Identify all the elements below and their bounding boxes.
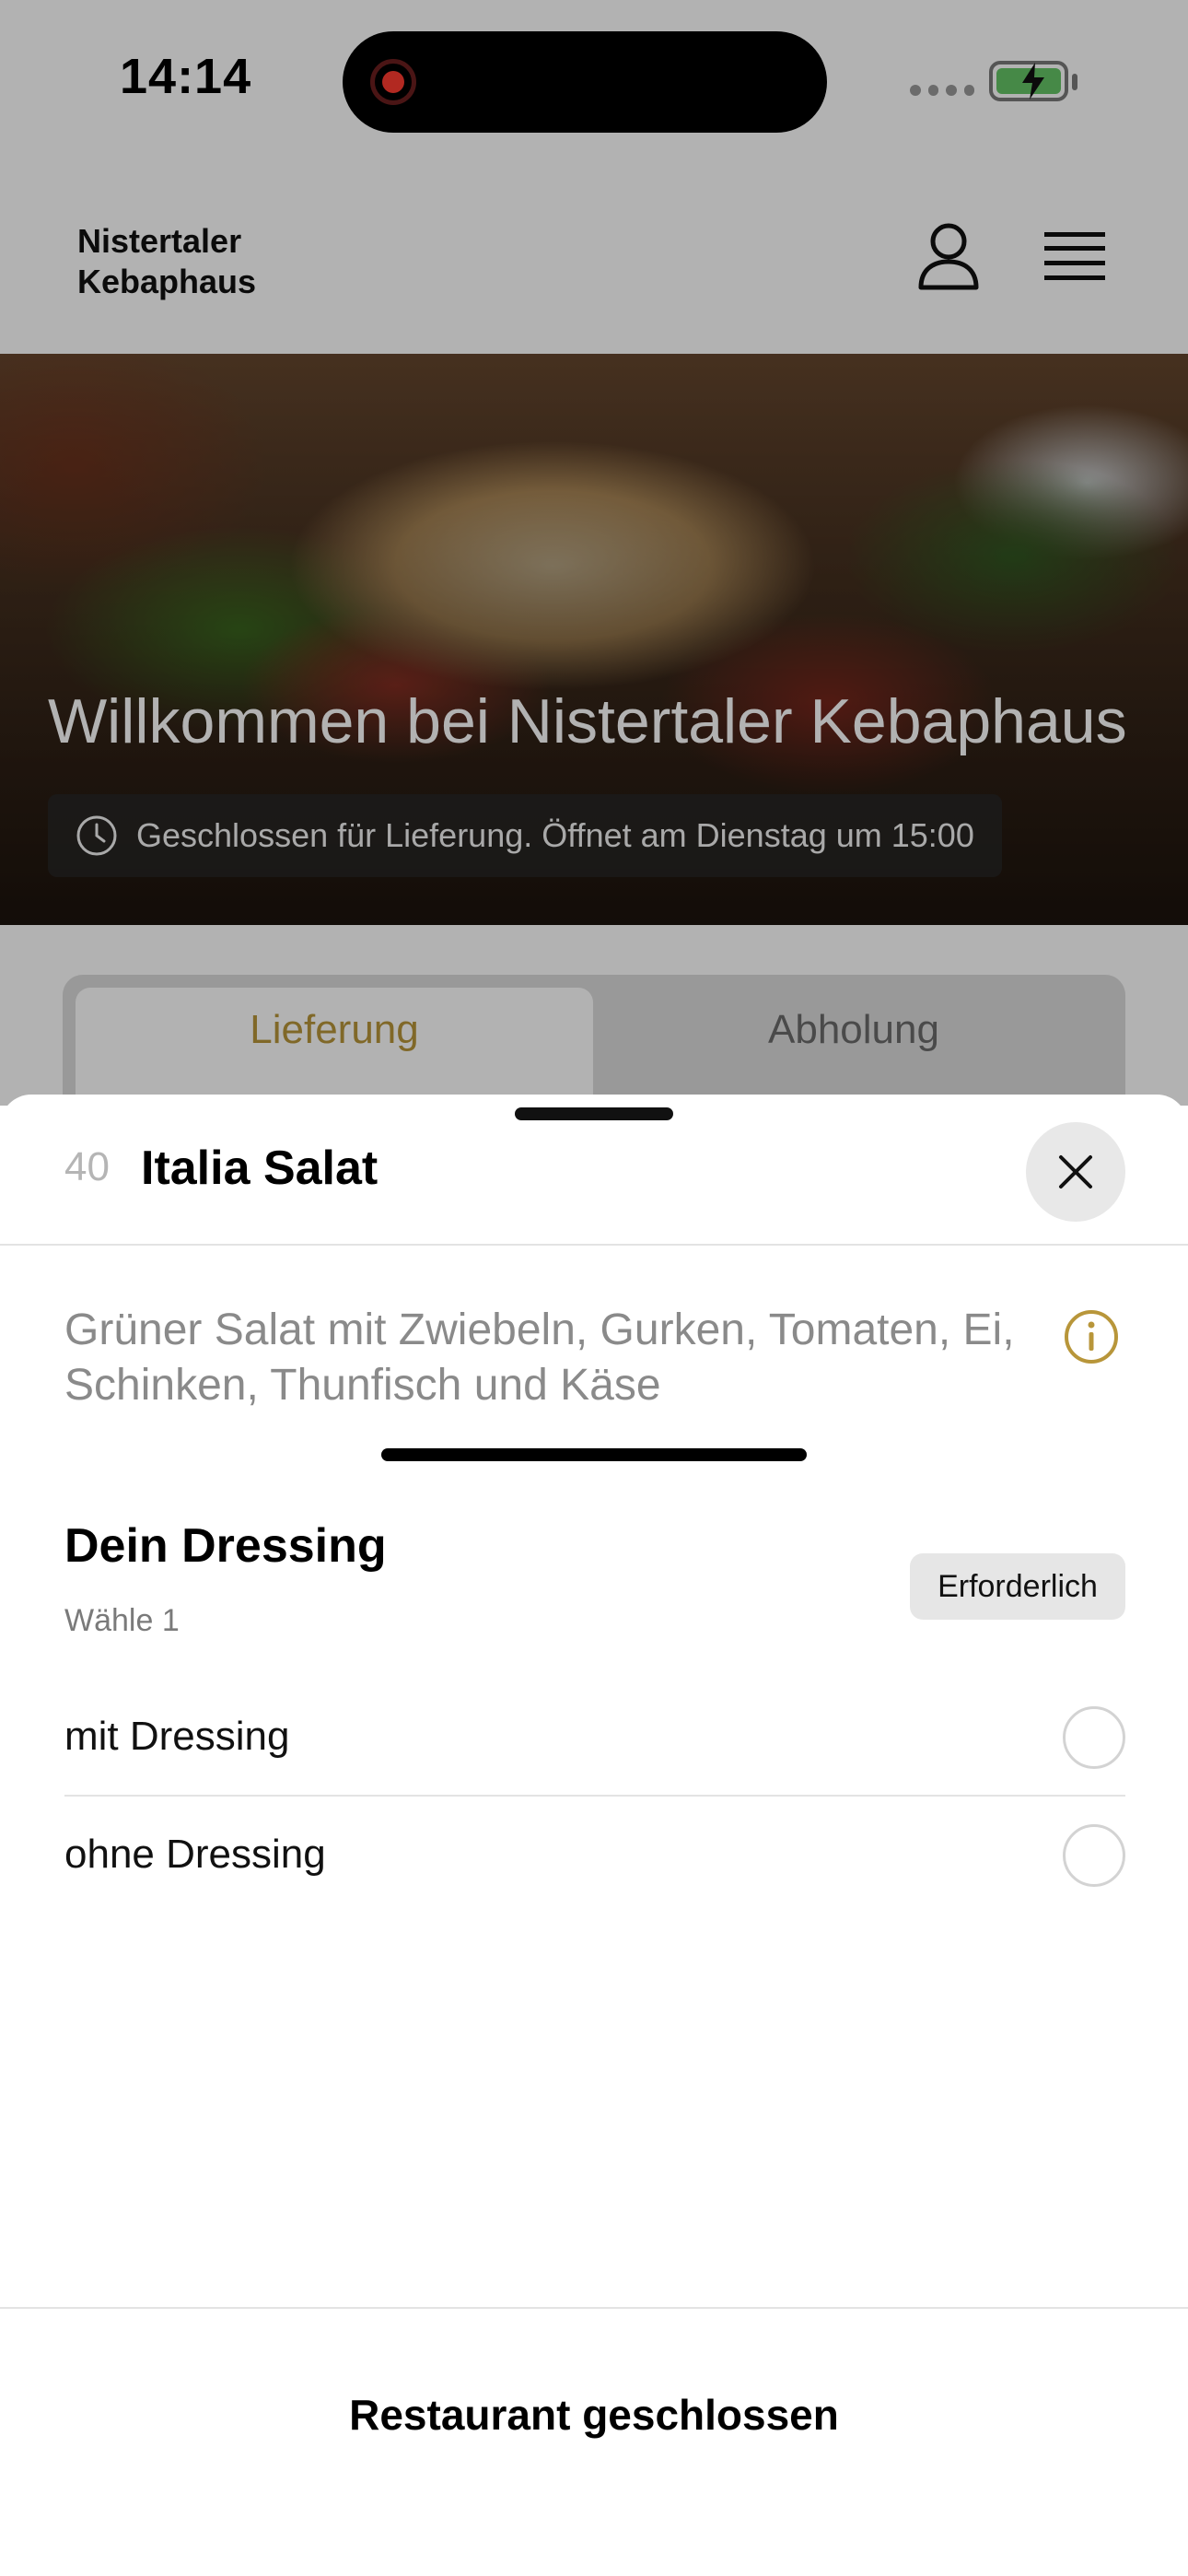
close-button[interactable] bbox=[1026, 1122, 1125, 1222]
option-label: mit Dressing bbox=[64, 1714, 290, 1759]
option-label: ohne Dressing bbox=[64, 1832, 326, 1877]
radio-button[interactable] bbox=[1063, 1706, 1125, 1769]
item-number: 40 bbox=[64, 1144, 110, 1189]
close-icon bbox=[1059, 1155, 1092, 1188]
restaurant-closed-label: Restaurant geschlossen bbox=[349, 2391, 839, 2439]
radio-button[interactable] bbox=[1063, 1824, 1125, 1887]
product-sheet: 40 Italia Salat Grüner Salat mit Zwiebel… bbox=[0, 1095, 1188, 2576]
sheet-header: 40 Italia Salat bbox=[0, 1095, 1188, 1246]
sheet-grabber[interactable] bbox=[515, 1107, 673, 1120]
required-badge: Erforderlich bbox=[910, 1553, 1125, 1620]
home-indicator[interactable] bbox=[381, 1448, 807, 1461]
option-with-dressing[interactable]: mit Dressing bbox=[64, 1680, 1125, 1797]
item-description: Grüner Salat mit Zwiebeln, Gurken, Tomat… bbox=[64, 1306, 1015, 1410]
sheet-footer: Restaurant geschlossen bbox=[0, 2307, 1188, 2576]
item-title: Italia Salat bbox=[141, 1142, 379, 1195]
option-without-dressing[interactable]: ohne Dressing bbox=[64, 1798, 1125, 1914]
info-icon[interactable] bbox=[1063, 1308, 1120, 1365]
modal-backdrop[interactable] bbox=[0, 0, 1188, 1106]
option-group-title: Dein Dressing bbox=[64, 1519, 387, 1573]
option-group-subtitle: Wähle 1 bbox=[64, 1603, 180, 1638]
